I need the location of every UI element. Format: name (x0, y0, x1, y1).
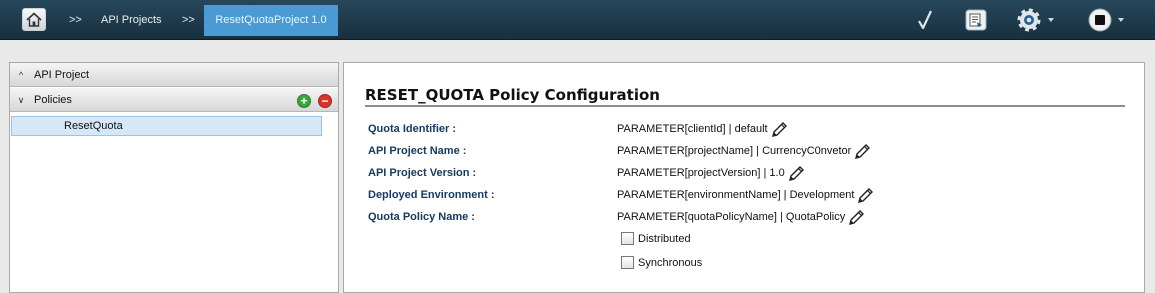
field-value-text: PARAMETER[clientId] | default (617, 123, 768, 135)
section-policies[interactable]: ∨ Policies + − (10, 88, 338, 112)
deploy-document-icon (965, 9, 987, 31)
deploy-button[interactable] (965, 8, 987, 32)
page-title: RESET_QUOTA Policy Configuration (365, 86, 660, 104)
edit-pencil-icon[interactable] (854, 142, 872, 160)
section-label: Policies (34, 94, 72, 106)
stop-icon (1088, 8, 1112, 32)
distributed-option: Distributed (621, 232, 691, 245)
project-explorer-panel: ^ API Project ∨ Policies + − ResetQuota (9, 62, 339, 293)
synchronous-label: Synchronous (638, 256, 703, 269)
edit-pencil-icon[interactable] (788, 164, 806, 182)
distributed-label: Distributed (638, 232, 691, 245)
field-value-quota-policy-name: PARAMETER[quotaPolicyName] | QuotaPolicy (617, 208, 866, 226)
breadcrumb-api-projects[interactable]: API Projects (101, 0, 162, 40)
field-value-quota-identifier: PARAMETER[clientId] | default (617, 120, 789, 138)
chevron-down-icon (1048, 18, 1054, 22)
field-label-quota-identifier: Quota Identifier : (368, 123, 456, 135)
field-value-api-project-name: PARAMETER[projectName] | CurrencyC0nveto… (617, 142, 872, 160)
policy-config-panel: RESET_QUOTA Policy Configuration Quota I… (343, 62, 1145, 293)
home-icon (26, 12, 42, 27)
validate-button[interactable] (916, 8, 934, 32)
settings-menu-button[interactable] (1016, 8, 1054, 32)
settings-gear-icon (1017, 8, 1041, 32)
field-label-deployed-environment: Deployed Environment : (368, 189, 495, 201)
breadcrumb-current-project[interactable]: ResetQuotaProject 1.0 (204, 5, 338, 36)
field-value-deployed-environment: PARAMETER[environmentName] | Development (617, 186, 875, 204)
synchronous-checkbox[interactable] (621, 256, 634, 269)
validate-check-icon (918, 10, 932, 30)
field-value-text: PARAMETER[quotaPolicyName] | QuotaPolicy (617, 211, 846, 223)
chevron-up-icon: ^ (18, 70, 24, 80)
breadcrumb-separator: >> (182, 14, 195, 26)
breadcrumb-separator: >> (69, 14, 82, 26)
plus-icon: + (300, 94, 308, 108)
field-value-api-project-version: PARAMETER[projectVersion] | 1.0 (617, 164, 806, 182)
field-label-api-project-version: API Project Version : (368, 167, 477, 179)
add-policy-button[interactable]: + (297, 94, 311, 108)
synchronous-option: Synchronous (621, 256, 702, 269)
field-value-text: PARAMETER[projectName] | CurrencyC0nveto… (617, 145, 852, 157)
stop-menu-button[interactable] (1088, 8, 1124, 32)
top-toolbar: >> API Projects >> ResetQuotaProject 1.0 (0, 0, 1155, 40)
edit-pencil-icon[interactable] (848, 208, 866, 226)
minus-icon: − (321, 94, 329, 108)
chevron-down-icon (1118, 18, 1124, 22)
section-api-project[interactable]: ^ API Project (10, 63, 338, 87)
policy-item-resetquota[interactable]: ResetQuota (11, 116, 322, 136)
field-label-quota-policy-name: Quota Policy Name : (368, 211, 475, 223)
edit-pencil-icon[interactable] (771, 120, 789, 138)
field-label-api-project-name: API Project Name : (368, 145, 467, 157)
field-value-text: PARAMETER[environmentName] | Development (617, 189, 855, 201)
distributed-checkbox[interactable] (621, 232, 634, 245)
title-divider (365, 105, 1125, 107)
remove-policy-button[interactable]: − (318, 94, 332, 108)
chevron-down-icon: ∨ (17, 95, 25, 105)
home-button[interactable] (22, 8, 46, 31)
section-label: API Project (34, 69, 90, 81)
field-value-text: PARAMETER[projectVersion] | 1.0 (617, 167, 785, 179)
edit-pencil-icon[interactable] (857, 186, 875, 204)
